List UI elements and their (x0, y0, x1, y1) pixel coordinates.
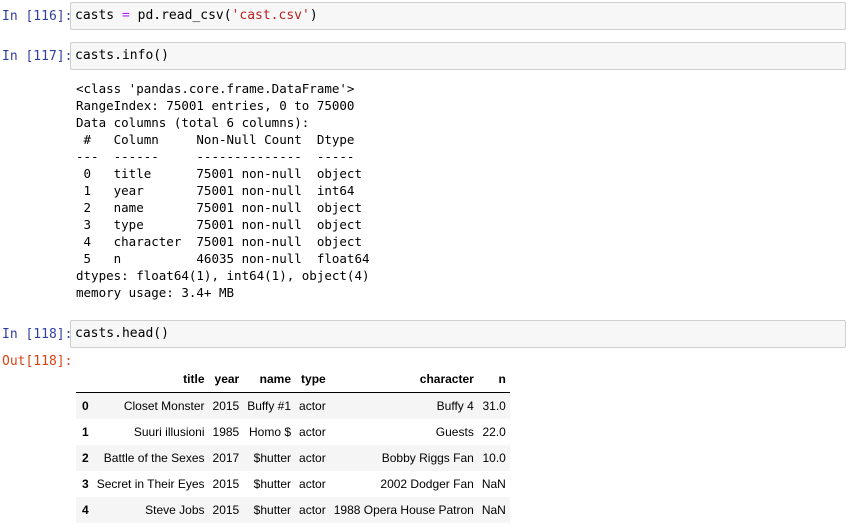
table-row: 0 Closet Monster 2015 Buffy #1 actor Buf… (76, 392, 510, 419)
input-prompt: In [118]: (2, 327, 73, 342)
cell-character: Bobby Riggs Fan (381, 451, 474, 465)
dataframe-table: title year name type character n 0 Close… (76, 366, 510, 523)
cell-type: actor (299, 399, 326, 413)
code-operator: = (114, 8, 138, 23)
table-row: 1 Suuri illusioni 1985 Homo $ actor Gues… (76, 419, 510, 445)
table-row: 3 Secret in Their Eyes 2015 $hutter acto… (76, 471, 510, 497)
output-prompt: Out[118]: (2, 354, 73, 369)
table-header-row: title year name type character n (76, 366, 510, 393)
cell-name: $hutter (253, 503, 292, 517)
cell-year: 2017 (212, 451, 240, 465)
index-header (76, 366, 93, 393)
cell-type: actor (299, 477, 326, 491)
column-header-character: character (329, 366, 478, 393)
code-input[interactable]: casts = pd.read_csv('cast.csv') (70, 2, 846, 30)
row-index: 0 (82, 399, 89, 413)
code-call: pd.read_csv( (137, 8, 232, 23)
row-index: 3 (82, 477, 89, 491)
code-input[interactable]: casts.info() (70, 42, 846, 70)
input-prompt: In [117]: (2, 49, 73, 64)
cell-character: 1988 Opera House Patron (333, 503, 474, 517)
column-header-n: n (477, 366, 510, 393)
cell-n: 22.0 (482, 425, 506, 439)
input-prompt: In [116]: (2, 9, 73, 24)
cell-character: 2002 Dodger Fan (380, 477, 474, 491)
table-row: 2 Battle of the Sexes 2017 $hutter actor… (76, 445, 510, 471)
cell-title: Steve Jobs (145, 503, 205, 517)
cell-type: actor (299, 503, 326, 517)
code-variable: casts (75, 8, 115, 23)
cell-year: 2015 (212, 399, 240, 413)
column-header-title: title (92, 366, 209, 393)
cell-name: Homo $ (249, 425, 292, 439)
cell-character: Buffy 4 (436, 399, 474, 413)
cell-n: NaN (481, 503, 506, 517)
cell-name: Buffy #1 (247, 399, 292, 413)
cell-title: Closet Monster (123, 399, 205, 413)
row-index: 1 (82, 425, 89, 439)
cell-character: Guests (435, 425, 474, 439)
row-index: 4 (82, 503, 89, 517)
cell-n: NaN (481, 477, 506, 491)
column-header-name: name (243, 366, 296, 393)
row-index: 2 (82, 451, 89, 465)
cell-title: Battle of the Sexes (103, 451, 205, 465)
table-row: 4 Steve Jobs 2015 $hutter actor 1988 Ope… (76, 497, 510, 523)
cell-name: $hutter (253, 451, 292, 465)
info-output: <class 'pandas.core.frame.DataFrame'> Ra… (76, 81, 370, 300)
cell-n: 10.0 (482, 451, 506, 465)
code-string: 'cast.csv' (231, 8, 310, 23)
cell-year: 1985 (212, 425, 240, 439)
cell-title: Suuri illusioni (133, 425, 205, 439)
code-input[interactable]: casts.head() (70, 320, 846, 348)
cell-name: $hutter (253, 477, 292, 491)
cell-type: actor (299, 425, 326, 439)
cell-year: 2015 (212, 477, 240, 491)
cell-n: 31.0 (482, 399, 506, 413)
cell-type: actor (299, 451, 326, 465)
column-header-type: type (295, 366, 330, 393)
cell-title: Secret in Their Eyes (96, 477, 205, 491)
code-close: ) (309, 8, 318, 23)
cell-year: 2015 (212, 503, 240, 517)
column-header-year: year (208, 366, 244, 393)
